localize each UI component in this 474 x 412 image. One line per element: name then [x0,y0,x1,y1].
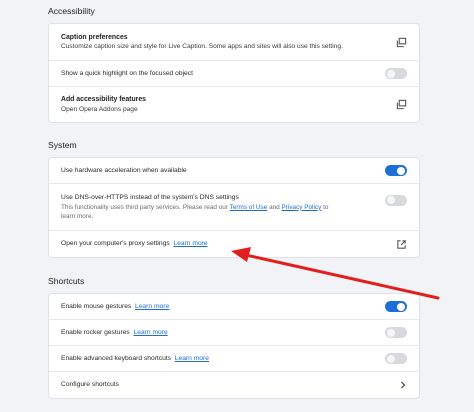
annotation-arrow-icon [231,247,440,300]
